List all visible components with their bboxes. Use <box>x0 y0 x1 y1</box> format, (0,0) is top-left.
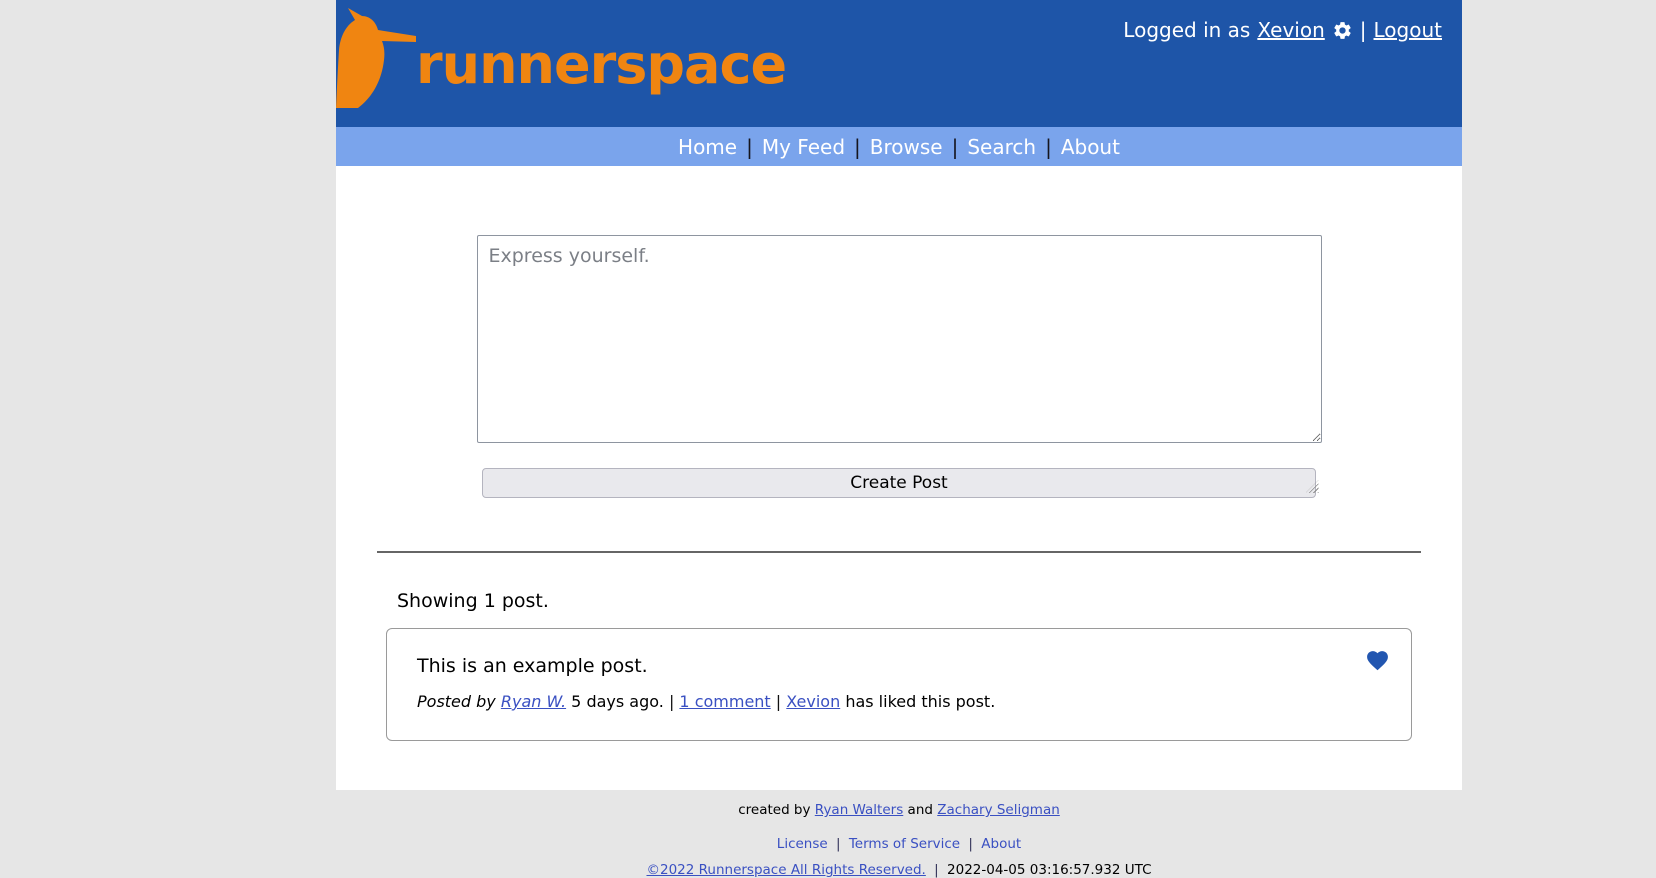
footer-separator: | <box>968 836 973 852</box>
create-post-button[interactable]: Create Post <box>482 468 1316 498</box>
nav-separator: | <box>952 135 959 159</box>
nav-separator: | <box>746 135 753 159</box>
main-nav: Home | My Feed | Browse | Search | About <box>336 127 1462 166</box>
post-comments-link[interactable]: 1 comment <box>679 692 770 711</box>
footer-credits: created by Ryan Walters and Zachary Seli… <box>336 790 1462 818</box>
main-content: Create Post Showing 1 post. This is an e… <box>336 166 1462 790</box>
nav-item-about[interactable]: About <box>1061 135 1120 159</box>
footer-separator: | <box>934 862 939 878</box>
footer-separator: | <box>836 836 841 852</box>
logout-link[interactable]: Logout <box>1374 18 1442 42</box>
nav-item-home[interactable]: Home <box>678 135 737 159</box>
gear-icon <box>1332 20 1353 41</box>
post-age: 5 days ago. <box>571 692 664 711</box>
nav-separator: | <box>1045 135 1052 159</box>
credits-prefix: created by <box>738 802 810 818</box>
user-bar-separator: | <box>1360 18 1367 42</box>
feed-divider <box>377 551 1421 553</box>
page-container: runnerspace Logged in as Xevion | Logout… <box>336 0 1462 875</box>
feed-summary: Showing 1 post. <box>397 590 1421 612</box>
footer-link-about[interactable]: About <box>981 836 1021 852</box>
footer-timestamp: 2022-04-05 03:16:57.932 UTC <box>947 862 1152 878</box>
heart-icon <box>1364 648 1391 673</box>
post-title: This is an example post. <box>417 655 1381 677</box>
copyright-link[interactable]: ©2022 Runnerspace All Rights Reserved. <box>646 862 925 878</box>
site-header: runnerspace Logged in as Xevion | Logout <box>336 0 1462 127</box>
post-author-link[interactable]: Ryan W. <box>501 692 566 711</box>
brand-title: runnerspace <box>416 8 786 92</box>
post-meta: Posted by Ryan W. 5 days ago. | 1 commen… <box>417 692 1381 711</box>
like-button[interactable] <box>1364 648 1391 673</box>
nav-separator: | <box>854 135 861 159</box>
footer-link-license[interactable]: License <box>777 836 828 852</box>
meta-separator: | <box>776 692 781 711</box>
nav-item-search[interactable]: Search <box>967 135 1036 159</box>
nav-item-browse[interactable]: Browse <box>870 135 943 159</box>
credit-author-2-link[interactable]: Zachary Seligman <box>937 802 1060 818</box>
post-input[interactable] <box>477 235 1322 443</box>
settings-link[interactable] <box>1332 20 1353 41</box>
credit-author-1-link[interactable]: Ryan Walters <box>815 802 903 818</box>
logged-in-label: Logged in as <box>1123 18 1250 42</box>
post-composer: Create Post <box>477 235 1322 498</box>
posted-by-label: Posted by <box>417 692 496 711</box>
username-link[interactable]: Xevion <box>1257 18 1324 42</box>
nav-item-my-feed[interactable]: My Feed <box>762 135 845 159</box>
footer-link-terms[interactable]: Terms of Service <box>849 836 960 852</box>
meta-separator: | <box>669 692 674 711</box>
footer-copyright: ©2022 Runnerspace All Rights Reserved. |… <box>336 862 1462 878</box>
user-bar: Logged in as Xevion | Logout <box>1123 18 1442 42</box>
site-footer: created by Ryan Walters and Zachary Seli… <box>336 790 1462 875</box>
post-liked-text: has liked this post. <box>845 692 995 711</box>
credits-conjunction: and <box>908 802 933 818</box>
brand-logo-link[interactable]: runnerspace <box>336 8 786 108</box>
roadrunner-bird-icon <box>336 8 416 108</box>
post-card: This is an example post. Posted by Ryan … <box>386 628 1412 741</box>
feed-section: Showing 1 post. This is an example post.… <box>377 551 1421 741</box>
post-liker-link[interactable]: Xevion <box>786 692 840 711</box>
footer-links: License | Terms of Service | About <box>336 836 1462 852</box>
